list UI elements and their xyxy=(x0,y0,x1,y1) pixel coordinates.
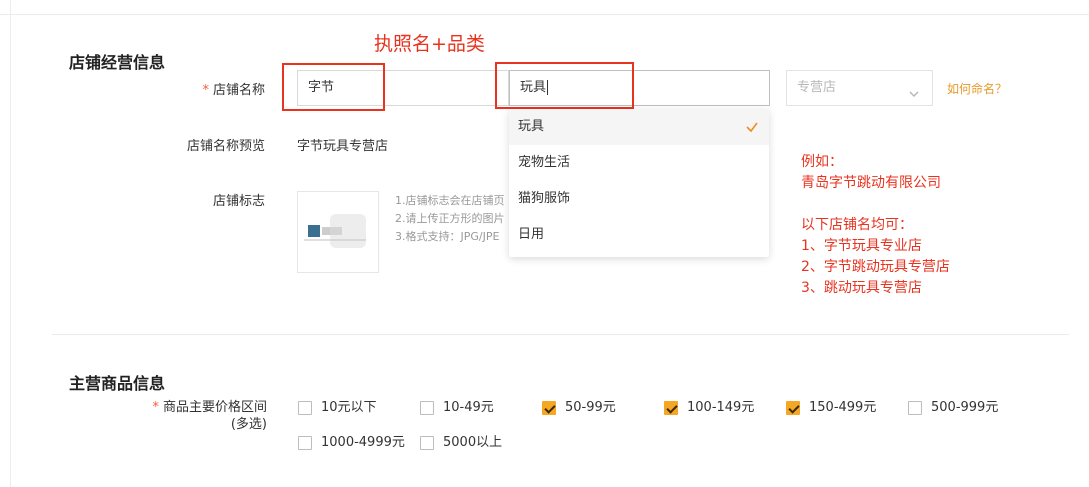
price-option-label: 5000以上 xyxy=(443,435,503,450)
logo-image xyxy=(304,214,366,248)
how-to-name-link[interactable]: 如何命名？ xyxy=(947,80,1007,97)
price-option-label: 1000-4999元 xyxy=(321,435,405,450)
logo-hint-1: 1.店铺标志会在店铺页 xyxy=(395,194,505,207)
price-option-label: 500-999元 xyxy=(931,400,999,415)
shop-section-title: 店铺经营信息 xyxy=(69,53,166,72)
dropdown-option[interactable]: 日用 xyxy=(509,217,769,253)
dropdown-option-label: 玩具 xyxy=(518,119,545,134)
price-option-label: 150-499元 xyxy=(809,400,877,415)
dropdown-option[interactable]: 玩具 xyxy=(509,109,769,145)
preview-label: 店铺名称预览 xyxy=(186,139,265,154)
price-option-checkbox[interactable] xyxy=(420,401,434,415)
frame-left-border xyxy=(10,0,11,487)
price-option-label: 10元以下 xyxy=(321,400,377,415)
price-option-checkbox[interactable] xyxy=(298,401,312,415)
price-option-checkbox[interactable] xyxy=(908,401,922,415)
shop-type-select[interactable]: 专营店 xyxy=(786,70,933,106)
category-dropdown: 玩具 宠物生活 猫狗服饰 日用 xyxy=(509,109,769,257)
price-option-checkbox[interactable] xyxy=(542,401,556,415)
required-mark: * xyxy=(202,83,209,98)
price-option-checkbox[interactable] xyxy=(298,436,312,450)
price-option-checkbox[interactable] xyxy=(664,401,678,415)
annotation-following-title: 以下店铺名均可： xyxy=(801,217,913,233)
logo-label: 店铺标志 xyxy=(212,194,265,209)
logo-hint-3: 3.格式支持：JPG/JPE xyxy=(395,230,500,243)
annotation-top-note: 执照名+品类 xyxy=(374,33,485,55)
top-divider xyxy=(0,14,1089,15)
dropdown-option-label: 猫狗服饰 xyxy=(518,191,571,206)
dropdown-option-label: 日用 xyxy=(518,227,545,242)
required-mark: * xyxy=(152,400,159,415)
annotation-example-item: 3、跳动玩具专营店 xyxy=(801,280,922,296)
shop-type-value: 专营店 xyxy=(797,80,837,95)
annotation-spacer xyxy=(801,194,950,215)
price-label-text: 商品主要价格区间 xyxy=(162,400,267,415)
annotation-box-category xyxy=(495,62,634,109)
logo-hint-2: 2.请上传正方形的图片 xyxy=(395,212,505,225)
annotation-example-company: 青岛字节跳动有限公司 xyxy=(801,175,941,191)
annotation-example-item: 1、字节玩具专业店 xyxy=(801,238,922,254)
annotation-example-item: 2、字节跳动玩具专营店 xyxy=(801,259,950,275)
dropdown-option-label: 宠物生活 xyxy=(518,155,571,170)
shop-name-label: * 店铺名称 xyxy=(150,79,265,98)
price-label-sub: (多选) xyxy=(230,417,267,432)
logo-upload-box[interactable] xyxy=(297,191,379,273)
logo-hints: 1.店铺标志会在店铺页 2.请上传正方形的图片 3.格式支持：JPG/JPE xyxy=(395,192,505,246)
check-icon xyxy=(745,109,759,145)
dropdown-option[interactable]: 猫狗服饰 xyxy=(509,181,769,217)
goods-section-title: 主营商品信息 xyxy=(69,374,166,393)
annotation-examples: 例如： 青岛字节跳动有限公司 以下店铺名均可： 1、字节玩具专业店 2、字节跳动… xyxy=(801,152,950,299)
price-option-label: 50-99元 xyxy=(565,400,616,415)
chevron-down-icon xyxy=(908,80,920,114)
price-option-checkbox[interactable] xyxy=(786,401,800,415)
shop-name-label-text: 店铺名称 xyxy=(212,83,265,98)
preview-value: 字节玩具专营店 xyxy=(297,139,389,154)
section-divider xyxy=(52,334,1069,335)
dropdown-option[interactable]: 宠物生活 xyxy=(509,145,769,181)
annotation-box-name xyxy=(282,63,385,111)
annotation-example-title: 例如： xyxy=(801,154,843,170)
price-option-label: 100-149元 xyxy=(687,400,755,415)
price-option-checkbox[interactable] xyxy=(420,436,434,450)
price-range-label: * 商品主要价格区间 (多选) xyxy=(100,399,267,433)
price-option-label: 10-49元 xyxy=(443,400,494,415)
